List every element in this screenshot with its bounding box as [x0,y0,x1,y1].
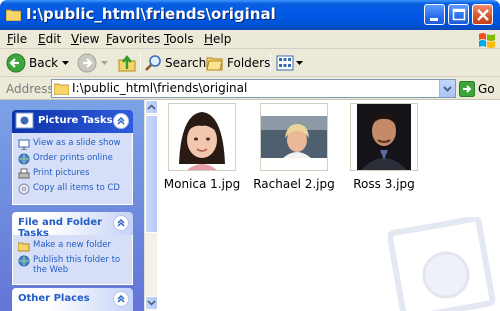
forward-button[interactable] [77,52,97,74]
file-view[interactable]: Monica 1.jpg Rachael 2.jpg Ross 3.jpg [157,100,500,311]
order-prints-link[interactable]: Order prints online [18,153,132,165]
picture-tasks-title: Picture Tasks [38,115,113,126]
file-item[interactable]: Ross 3.jpg [342,103,426,191]
arrow-up-icon [147,104,156,110]
dropdown-arrow-icon [62,60,69,65]
dropdown-arrow-icon [296,60,303,65]
collapse-button[interactable] [113,215,129,231]
other-places-title: Other Places [18,293,90,304]
menu-bar: File Edit View Favorites Tools Help [0,30,500,49]
up-folder-button[interactable] [117,52,137,74]
folders-label: Folders [227,56,271,70]
picture-tasks-panel: Picture Tasks View as a slide show Order… [12,110,133,205]
menu-file[interactable]: File [7,32,27,46]
folders-icon [206,57,223,71]
menu-help[interactable]: Help [204,32,231,46]
dropdown-arrow-icon [101,60,108,65]
thumbnail [350,103,418,171]
address-bar: Address I:\public_html\friends\original … [0,77,500,100]
file-folder-tasks-body: Make a new folder Publish this folder to… [12,235,133,285]
toolbar: Back Search Folders [0,49,500,77]
back-dropdown[interactable] [62,52,69,74]
address-value: I:\public_html\friends\original [72,81,248,95]
copy-to-cd-link[interactable]: Copy all items to CD [18,183,132,195]
chevron-up-icon [117,219,125,227]
slideshow-icon [18,139,30,150]
file-name: Ross 3.jpg [353,177,415,191]
back-arrow-icon [6,53,26,73]
address-label: Address [6,82,54,96]
chevron-down-icon [443,86,452,92]
go-label: Go [478,82,495,96]
file-name: Monica 1.jpg [163,177,241,191]
window-title: I:\public_html\friends\original [26,5,276,23]
close-icon [477,9,489,21]
maximize-button[interactable] [448,4,469,25]
new-folder-icon [18,242,30,252]
thumbnail [260,103,328,171]
file-folder-tasks-panel: File and Folder Tasks Make a new folder … [12,212,133,285]
title-bar[interactable]: I:\public_html\friends\original [0,0,500,30]
folder-icon [6,9,21,21]
close-button[interactable] [472,4,493,25]
collapse-button[interactable] [113,291,129,307]
forward-dropdown[interactable] [101,52,108,74]
menu-view[interactable]: View [71,32,99,46]
chevron-up-icon [117,295,125,303]
picture-tasks-body: View as a slide show Order prints online… [12,133,133,205]
forward-arrow-icon [77,53,97,73]
back-button[interactable]: Back [6,52,58,74]
new-folder-link[interactable]: Make a new folder [18,240,132,252]
minimize-icon [430,18,438,21]
arrow-down-icon [147,300,156,306]
thumbnail [168,103,236,171]
go-arrow-icon [459,81,475,97]
file-item[interactable]: Rachael 2.jpg [252,103,336,191]
chevron-up-icon [117,117,125,125]
search-label: Search [165,56,207,70]
address-dropdown-button[interactable] [439,80,455,97]
photo-girl-icon [169,104,235,170]
menu-tools[interactable]: Tools [164,32,194,46]
picture-tasks-icon [15,112,34,129]
views-button[interactable] [276,52,303,74]
address-field[interactable]: I:\public_html\friends\original [51,79,456,98]
views-icon [276,55,294,71]
slideshow-link[interactable]: View as a slide show [18,138,132,150]
minimize-button[interactable] [424,4,445,25]
globe-icon [18,153,30,165]
file-name: Rachael 2.jpg [253,177,335,191]
publish-globe-icon [18,255,30,267]
search-button[interactable]: Search [144,52,206,74]
picture-tasks-header[interactable]: Picture Tasks [12,110,133,133]
menu-edit[interactable]: Edit [38,32,61,46]
other-places-header[interactable]: Other Places [12,288,133,311]
file-folder-tasks-header[interactable]: File and Folder Tasks [12,212,133,239]
windows-logo-icon [479,33,495,48]
file-item[interactable]: Monica 1.jpg [160,103,244,191]
collapse-button[interactable] [113,113,129,129]
other-places-panel: Other Places [12,288,133,311]
publish-web-link[interactable]: Publish this folder to the Web [18,255,132,275]
photo-man-icon [351,104,417,170]
task-pane: Picture Tasks View as a slide show Order… [0,100,157,311]
menu-favorites[interactable]: Favorites [106,32,160,46]
maximize-icon [452,8,466,21]
go-button[interactable]: Go [459,81,495,97]
task-pane-scrollbar[interactable] [144,100,158,311]
photo-woman-icon [261,104,327,170]
up-folder-icon [118,55,136,72]
printer-icon [18,168,30,179]
back-label: Back [29,56,59,70]
search-icon [145,55,161,71]
cd-icon [18,183,30,195]
folder-icon [54,83,69,95]
watermark-icon [388,217,496,311]
folders-button[interactable]: Folders [206,52,270,74]
print-pictures-link[interactable]: Print pictures [18,168,132,180]
